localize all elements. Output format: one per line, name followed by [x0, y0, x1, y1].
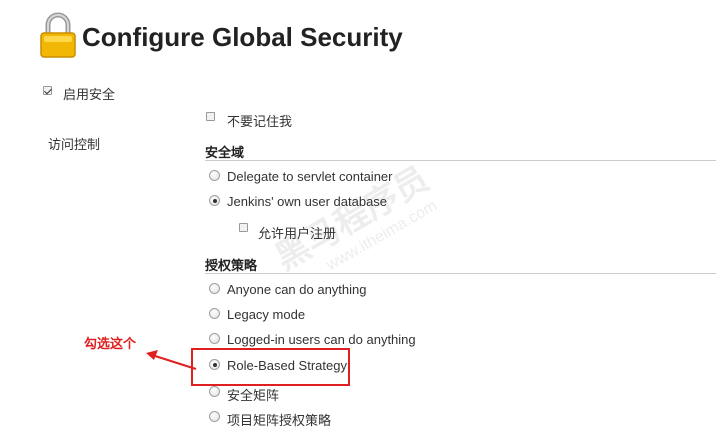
remember-me-label: 不要记住我 [227, 114, 293, 129]
auth-radio-matrix[interactable] [209, 386, 220, 397]
security-realm-divider [205, 160, 716, 161]
realm-radio-delegate[interactable] [209, 170, 220, 181]
auth-option-anyone[interactable]: Anyone can do anything [227, 282, 367, 297]
enable-security-checkbox[interactable] [43, 86, 52, 95]
allow-signup-checkbox[interactable] [239, 223, 248, 232]
enable-security-label: 启用安全 [63, 87, 116, 102]
auth-option-legacy[interactable]: Legacy mode [227, 307, 305, 322]
auth-radio-anyone[interactable] [209, 283, 220, 294]
authorization-divider [205, 273, 716, 274]
auth-radio-logged-in[interactable] [209, 333, 220, 344]
allow-signup-label: 允许用户注册 [258, 226, 337, 241]
page-title: Configure Global Security [82, 22, 403, 52]
access-control-label: 访问控制 [48, 137, 101, 152]
realm-option-own-db[interactable]: Jenkins' own user database [227, 194, 387, 209]
annotation-arrow-icon [140, 345, 200, 375]
auth-option-matrix[interactable]: 安全矩阵 [227, 385, 279, 404]
remember-me-checkbox[interactable] [206, 112, 215, 121]
auth-option-logged-in[interactable]: Logged-in users can do anything [227, 332, 416, 347]
auth-option-project-matrix[interactable]: 项目矩阵授权策略 [227, 410, 331, 429]
authorization-title: 授权策略 [205, 258, 258, 273]
auth-radio-project-matrix[interactable] [209, 411, 220, 422]
role-based-highlight-box [191, 348, 350, 386]
auth-radio-legacy[interactable] [209, 308, 220, 319]
realm-radio-own-db[interactable] [209, 195, 220, 206]
padlock-icon [38, 12, 78, 58]
security-realm-title: 安全域 [205, 145, 245, 160]
annotation-label: 勾选这个 [84, 336, 137, 351]
realm-option-delegate[interactable]: Delegate to servlet container [227, 169, 392, 184]
